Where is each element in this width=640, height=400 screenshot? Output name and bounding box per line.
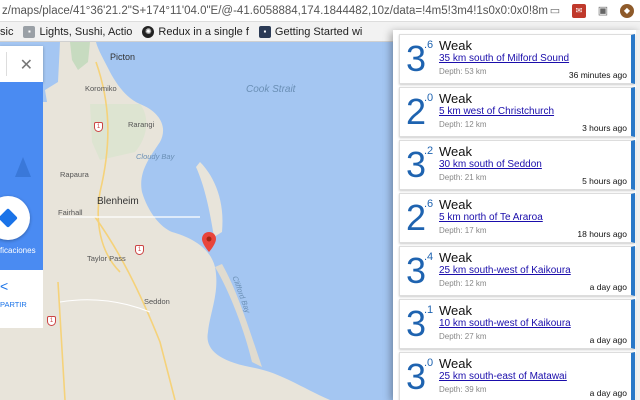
directions-button[interactable] <box>0 196 30 240</box>
bookmark-item[interactable]: ▪ Getting Started wi <box>258 25 363 38</box>
time-ago: 3 hours ago <box>582 123 627 133</box>
search-box[interactable]: ✕ <box>0 46 43 82</box>
strength-label: Weak <box>439 197 472 212</box>
map-label-seddon: Seddon <box>144 297 170 306</box>
magnitude-decimal: .1 <box>424 304 434 316</box>
extension-icon[interactable]: ▣ <box>596 4 610 18</box>
earthquake-card[interactable]: 3.4 Weak 25 km south-west of Kaikoura Depth… <box>399 246 635 296</box>
strength-label: Weak <box>439 38 472 53</box>
earthquake-card[interactable]: 3.1 Weak 10 km south-west of Kaikoura Depth… <box>399 299 635 349</box>
time-ago: 36 minutes ago <box>568 70 627 80</box>
strength-label: Weak <box>439 91 472 106</box>
map-label-rarangi: Rarangi <box>128 120 155 129</box>
location-link[interactable]: 35 km south of Milford Sound <box>439 53 569 64</box>
strength-label: Weak <box>439 250 472 265</box>
map-label-rapaura: Rapaura <box>60 170 89 179</box>
bookmark-item[interactable]: sic <box>0 26 13 38</box>
scrollbar[interactable] <box>636 30 640 400</box>
location-link[interactable]: 25 km south-west of Kaikoura <box>439 265 571 276</box>
highway-shield-icon: 1 <box>94 122 103 132</box>
bookmark-label: sic <box>0 25 14 38</box>
location-link[interactable]: 10 km south-west of Kaikoura <box>439 318 571 329</box>
toolbar-icons: ▭ ✉ ▣ ◆ <box>548 3 640 18</box>
share-label: PARTIR <box>0 300 27 309</box>
time-ago: 5 hours ago <box>582 176 627 186</box>
bookmark-item[interactable]: ✺ Redux in a single f <box>142 25 249 38</box>
redux-icon: ✺ <box>142 25 155 38</box>
magnitude-decimal: .2 <box>424 145 434 157</box>
extension-orange-icon[interactable]: ◆ <box>620 3 634 18</box>
magnitude-decimal: .6 <box>424 198 434 210</box>
place-side-panel: ✕ ficaciones < PARTIR <box>0 42 47 400</box>
depth-text: Depth: 39 km <box>439 385 487 394</box>
page-icon: ▪ <box>258 25 271 38</box>
earthquake-popup: 3.6 Weak 35 km south of Milford Sound Depth… <box>393 30 640 400</box>
divider <box>6 52 7 76</box>
extension-red-icon[interactable]: ✉ <box>572 3 586 18</box>
bookmark-item[interactable]: ▪ Lights, Sushi, Actio <box>23 25 133 38</box>
magnitude-decimal: .0 <box>424 357 434 369</box>
earthquake-card[interactable]: 2.6 Weak 5 km north of Te Araroa Depth: 17 … <box>399 193 635 243</box>
time-ago: 18 hours ago <box>577 229 627 239</box>
directions-label: ficaciones <box>0 246 36 255</box>
strength-label: Weak <box>439 356 472 371</box>
page-icon: ▪ <box>23 25 36 38</box>
share-button[interactable]: < PARTIR <box>0 270 43 328</box>
depth-text: Depth: 27 km <box>439 332 487 341</box>
map-label-picton: Picton <box>110 52 136 62</box>
earthquake-card[interactable]: 3.6 Weak 35 km south of Milford Sound Depth… <box>399 34 635 84</box>
magnitude-decimal: .4 <box>424 251 434 263</box>
map-label-taylor-pass: Taylor Pass <box>87 254 126 263</box>
map-label-cook-strait: Cook Strait <box>246 84 296 95</box>
cast-icon[interactable]: ▭ <box>548 4 562 18</box>
depth-text: Depth: 21 km <box>439 173 487 182</box>
time-ago: a day ago <box>589 388 627 398</box>
bookmark-label: Lights, Sushi, Actio <box>39 25 133 38</box>
depth-text: Depth: 17 km <box>439 226 487 235</box>
url-text[interactable]: z/maps/place/41°36'21.2"S+174°11'04.0"E/… <box>0 5 548 17</box>
highway-shield-icon: 1 <box>135 245 144 255</box>
depth-text: Depth: 53 km <box>439 67 487 76</box>
directions-icon <box>0 208 18 228</box>
place-hero: ficaciones <box>0 82 43 270</box>
location-link[interactable]: 25 km south-east of Matawai <box>439 371 567 382</box>
close-icon[interactable]: ✕ <box>20 55 33 75</box>
map-pin-icon[interactable] <box>202 232 216 252</box>
earthquake-card[interactable]: 3.0 Weak 25 km south-east of Matawai Depth:… <box>399 352 635 400</box>
strength-label: Weak <box>439 303 472 318</box>
location-link[interactable]: 5 km north of Te Araroa <box>439 212 543 223</box>
location-link[interactable]: 5 km west of Christchurch <box>439 106 554 117</box>
magnitude-decimal: .0 <box>424 92 434 104</box>
time-ago: a day ago <box>589 335 627 345</box>
location-link[interactable]: 30 km south of Seddon <box>439 159 542 170</box>
depth-text: Depth: 12 km <box>439 279 487 288</box>
bookmark-label: Redux in a single f <box>158 25 249 38</box>
map-label-fairhall: Fairhall <box>58 208 83 217</box>
bookmark-label: Getting Started wi <box>274 25 363 38</box>
mountain-icon <box>15 157 31 177</box>
map-label-blenheim: Blenheim <box>97 196 139 207</box>
earthquake-card[interactable]: 3.2 Weak 30 km south of Seddon Depth: 21 km… <box>399 140 635 190</box>
magnitude-decimal: .6 <box>424 39 434 51</box>
share-icon: < <box>0 278 9 294</box>
time-ago: a day ago <box>589 282 627 292</box>
depth-text: Depth: 12 km <box>439 120 487 129</box>
earthquake-card[interactable]: 2.0 Weak 5 km west of Christchurch Depth: 1… <box>399 87 635 137</box>
highway-shield-icon: 1 <box>47 316 56 326</box>
map-label-koromiko: Koromiko <box>85 84 117 93</box>
map-label-cloudy-bay: Cloudy Bay <box>136 152 175 161</box>
strength-label: Weak <box>439 144 472 159</box>
address-bar[interactable]: z/maps/place/41°36'21.2"S+174°11'04.0"E/… <box>0 0 640 22</box>
